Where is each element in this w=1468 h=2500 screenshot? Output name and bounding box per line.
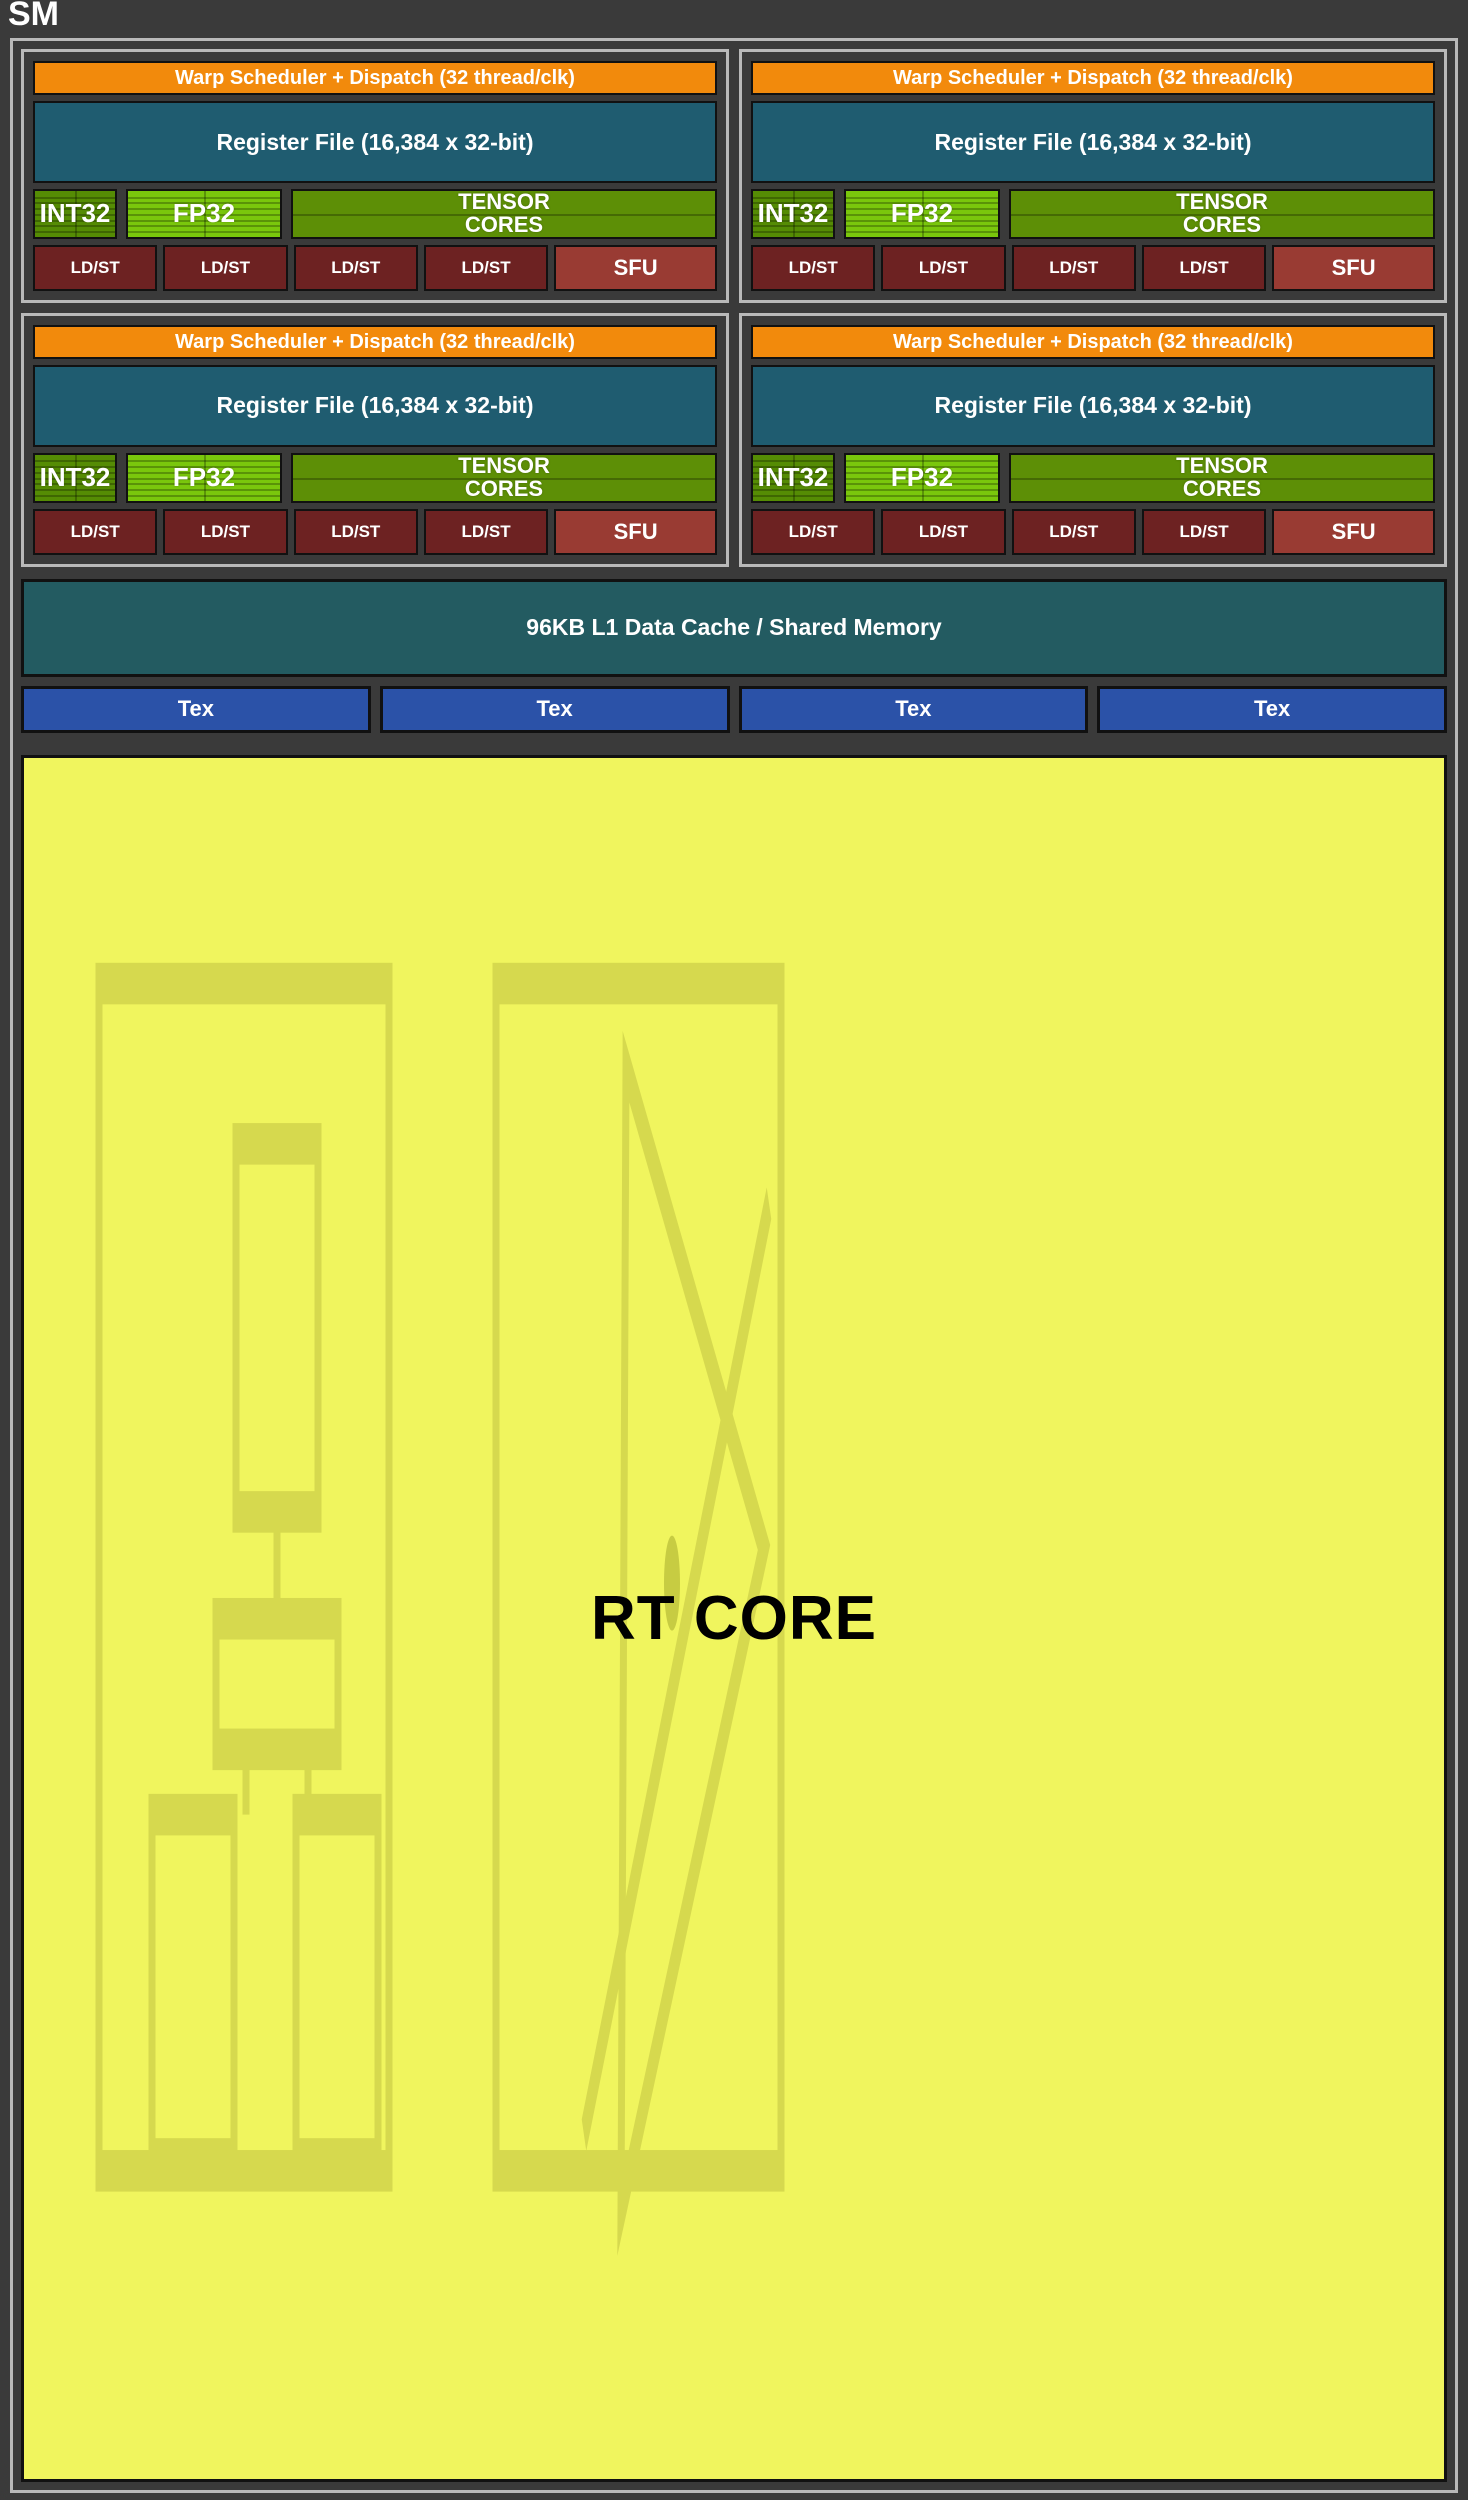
ldst-unit: LD/ST [751,509,875,555]
fp32-grid-lines-2 [128,455,280,501]
core-row-1: INT32 FP32 [751,189,1435,239]
tex-unit: Tex [380,686,730,733]
sfu-unit-1: SFU [1272,245,1435,291]
warp-scheduler-bar-3: Warp Scheduler + Dispatch (32 thread/clk… [751,325,1435,359]
warp-scheduler-bar-2: Warp Scheduler + Dispatch (32 thread/clk… [33,325,717,359]
ldst-unit: LD/ST [294,245,418,291]
fp32-grid-lines-0 [128,191,280,237]
tensor-grid-lines-1 [1011,191,1433,237]
ldst-unit: LD/ST [33,509,157,555]
ldst-unit: LD/ST [1012,245,1136,291]
ldst-unit: LD/ST [881,245,1005,291]
ldst-unit: LD/ST [294,509,418,555]
ldst-unit: LD/ST [33,245,157,291]
tensor-cores-unit-3: TENSOR CORES [1009,453,1435,503]
processing-block-0[interactable]: Warp Scheduler + Dispatch (32 thread/clk… [21,49,729,303]
tex-unit: Tex [739,686,1089,733]
sm-diagram: SM Warp Scheduler + Dispatch (32 thread/… [0,0,1468,2500]
sm-outer-frame: Warp Scheduler + Dispatch (32 thread/clk… [10,38,1458,2493]
ldst-row-0: LD/ST LD/ST LD/ST LD/ST SFU [33,245,717,291]
int32-unit-0: INT32 [33,189,117,239]
warp-scheduler-bar-0: Warp Scheduler + Dispatch (32 thread/clk… [33,61,717,95]
sfu-label-0: SFU [614,255,658,281]
int32-unit-3: INT32 [751,453,835,503]
sfu-unit-2: SFU [554,509,717,555]
fp32-grid-lines-1 [846,191,998,237]
tensor-grid-lines-3 [1011,455,1433,501]
ldst-row-2: LD/ST LD/ST LD/ST LD/ST SFU [33,509,717,555]
l1-data-cache: 96KB L1 Data Cache / Shared Memory [21,579,1447,677]
ldst-unit: LD/ST [1142,509,1266,555]
ldst-unit: LD/ST [1012,509,1136,555]
fp32-unit-3: FP32 [844,453,1000,503]
ldst-unit: LD/ST [1142,245,1266,291]
core-row-3: INT32 FP32 [751,453,1435,503]
core-row-2: INT32 FP32 [33,453,717,503]
tex-unit: Tex [21,686,371,733]
sfu-label-1: SFU [1332,255,1376,281]
ldst-unit: LD/ST [424,509,548,555]
register-file-0: Register File (16,384 x 32-bit) [33,101,717,183]
core-row-0: INT32 FP32 [33,189,717,239]
page-title: SM [8,0,59,34]
sfu-unit-0: SFU [554,245,717,291]
int32-unit-1: INT32 [751,189,835,239]
int32-grid-lines-1 [753,191,833,237]
tex-unit: Tex [1097,686,1447,733]
fp32-unit-1: FP32 [844,189,1000,239]
tensor-cores-unit-0: TENSOR CORES [291,189,717,239]
ldst-unit: LD/ST [881,509,1005,555]
int32-grid-lines-2 [35,455,115,501]
register-file-1: Register File (16,384 x 32-bit) [751,101,1435,183]
fp32-unit-2: FP32 [126,453,282,503]
int32-grid-lines-3 [753,455,833,501]
tex-unit-row: Tex Tex Tex Tex [21,686,1447,733]
rt-core-block: RT CORE [21,755,1447,2483]
ldst-row-3: LD/ST LD/ST LD/ST LD/ST SFU [751,509,1435,555]
ldst-unit: LD/ST [163,509,287,555]
tensor-grid-lines-2 [293,455,715,501]
warp-scheduler-bar-1: Warp Scheduler + Dispatch (32 thread/clk… [751,61,1435,95]
ray-triangle-icon-panel [496,983,781,2170]
ldst-unit: LD/ST [751,245,875,291]
sfu-label-3: SFU [1332,519,1376,545]
tensor-grid-lines-0 [293,191,715,237]
fp32-grid-lines-3 [846,455,998,501]
fp32-unit-0: FP32 [126,189,282,239]
ldst-unit: LD/ST [163,245,287,291]
processing-block-3[interactable]: Warp Scheduler + Dispatch (32 thread/clk… [739,313,1447,567]
tensor-cores-unit-2: TENSOR CORES [291,453,717,503]
tensor-cores-unit-1: TENSOR CORES [1009,189,1435,239]
processing-block-1[interactable]: Warp Scheduler + Dispatch (32 thread/clk… [739,49,1447,303]
int32-unit-2: INT32 [33,453,117,503]
processing-block-grid: Warp Scheduler + Dispatch (32 thread/clk… [13,41,1455,575]
sfu-unit-3: SFU [1272,509,1435,555]
register-file-2: Register File (16,384 x 32-bit) [33,365,717,447]
sfu-label-2: SFU [614,519,658,545]
int32-grid-lines-0 [35,191,115,237]
processing-block-2[interactable]: Warp Scheduler + Dispatch (32 thread/clk… [21,313,729,567]
register-file-3: Register File (16,384 x 32-bit) [751,365,1435,447]
rt-core-label: RT CORE [591,1583,877,1654]
ldst-row-1: LD/ST LD/ST LD/ST LD/ST SFU [751,245,1435,291]
ldst-unit: LD/ST [424,245,548,291]
